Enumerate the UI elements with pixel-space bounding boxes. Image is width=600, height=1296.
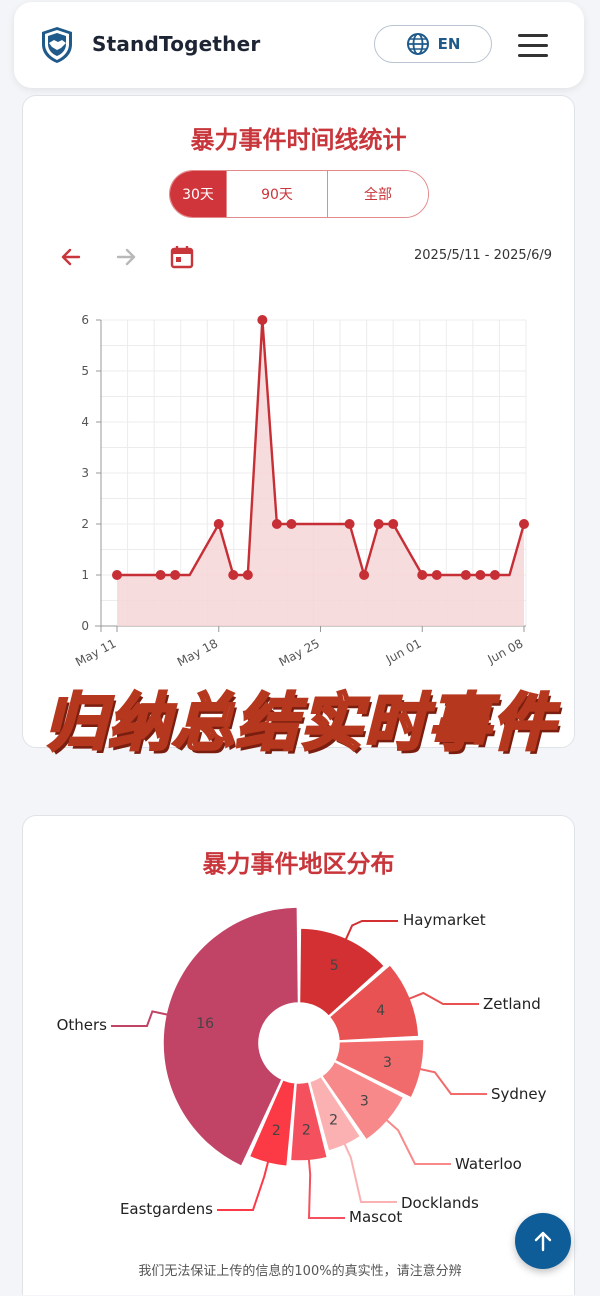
data-point	[417, 570, 428, 580]
slice-value: 4	[376, 1003, 385, 1019]
data-point	[242, 570, 253, 580]
slice-value: 16	[196, 1016, 214, 1032]
data-point	[213, 519, 224, 529]
data-point	[489, 570, 500, 580]
data-point	[431, 570, 442, 580]
disclaimer-text: 我们无法保证上传的信息的100%的真实性，请注意分辨	[138, 1264, 462, 1279]
label-leader	[217, 1160, 270, 1211]
slice-value: 3	[360, 1093, 369, 1109]
y-tick-label: 1	[81, 568, 89, 582]
slice-label: Eastgardens	[120, 1200, 213, 1218]
overlay-caption: 归纳总结实时事件	[42, 685, 556, 761]
x-tick-label: May 25	[277, 636, 322, 669]
label-leader	[419, 1067, 487, 1095]
label-leader	[343, 1142, 397, 1203]
data-point	[344, 519, 355, 529]
slice-label: Zetland	[483, 995, 541, 1013]
slice-label: Docklands	[401, 1194, 479, 1212]
label-leader	[111, 1010, 169, 1027]
data-point	[271, 519, 282, 529]
data-point	[286, 519, 297, 529]
slice-value: 2	[329, 1113, 338, 1129]
hamburger-menu-icon[interactable]	[518, 32, 550, 58]
data-point	[170, 570, 181, 580]
brand-name[interactable]: StandTogether	[92, 32, 260, 56]
slice-label: Sydney	[491, 1085, 547, 1103]
slice-value: 5	[330, 958, 339, 974]
language-label: EN	[437, 35, 461, 53]
timeline-card: 暴力事件时间线统计 30天 90天 全部 2025/5/11 - 2025/6/…	[22, 95, 575, 748]
slice-label: Mascot	[349, 1208, 402, 1226]
arrow-up-icon	[534, 1231, 552, 1252]
data-point	[155, 570, 166, 580]
label-leader	[408, 991, 479, 1005]
shield-handshake-logo-icon[interactable]	[40, 26, 74, 64]
timeline-chart: 0 1 2 3 4 5 6 May 11 May 18 May 25 Jun 01 Jun 08	[73, 313, 529, 669]
y-tick-label: 0	[81, 619, 89, 633]
slice-value: 3	[383, 1055, 392, 1071]
label-leader	[344, 920, 398, 941]
x-tick-label: Jun 08	[485, 636, 526, 667]
data-point	[373, 519, 384, 529]
data-point	[519, 519, 529, 529]
data-point	[388, 519, 399, 529]
app-header: StandTogether EN	[14, 2, 584, 88]
y-tick-label: 2	[81, 517, 89, 531]
data-point	[112, 570, 122, 580]
x-tick-label: May 11	[73, 636, 118, 669]
y-tick-label: 4	[81, 415, 89, 429]
slice-value: 2	[302, 1123, 311, 1139]
y-tick-label: 3	[81, 466, 89, 480]
data-point	[460, 570, 471, 580]
slice-label: Waterloo	[455, 1155, 522, 1173]
label-leader	[307, 1158, 345, 1219]
data-point	[228, 570, 239, 580]
globe-icon	[406, 33, 429, 55]
slice-label: Haymarket	[403, 911, 486, 929]
x-tick-label: Jun 01	[383, 636, 424, 667]
scroll-top-button[interactable]	[515, 1213, 571, 1269]
region-card: 暴力事件地区分布 5 Haymarket 4 Zetland 3 Sydney 3 Water…	[22, 815, 575, 1295]
y-tick-label: 5	[81, 364, 89, 378]
data-point	[257, 315, 268, 325]
region-donut-chart: 5 Haymarket 4 Zetland 3 Sydney 3 Waterloo 2 Dockl…	[57, 906, 547, 1226]
x-tick-label: May 18	[175, 636, 220, 669]
slice-value: 2	[272, 1123, 281, 1139]
data-point	[359, 570, 370, 580]
data-point	[475, 570, 486, 580]
y-tick-label: 6	[81, 313, 89, 327]
slice-label: Others	[57, 1016, 108, 1034]
label-leader	[385, 1118, 451, 1165]
language-button[interactable]: EN	[374, 25, 492, 63]
